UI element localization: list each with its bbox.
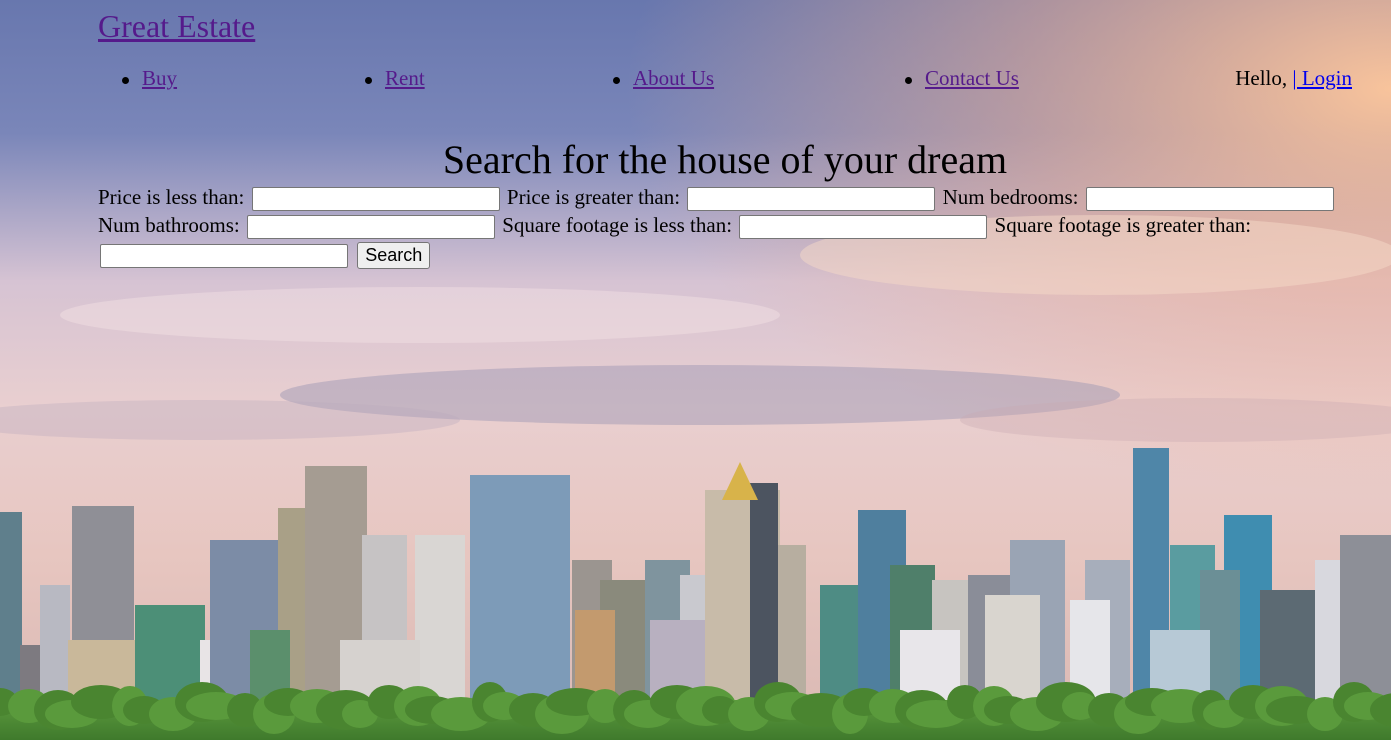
nav-item-buy: Buy [121,66,177,91]
bathrooms-label: Num bathrooms: [98,213,240,238]
search-form: Price is less than: Price is greater tha… [98,183,1348,270]
bedrooms-input[interactable] [1085,187,1334,212]
nav-item-about-us: About Us [612,66,714,91]
sqft-max-label: Square footage is less than: [502,213,733,238]
brand-logo-link[interactable]: Great Estate [98,8,255,45]
bathrooms-input[interactable] [247,215,495,240]
price-min-input[interactable] [687,187,936,212]
nav-item-contact-us: Contact Us [905,66,1019,91]
price-max-label: Price is less than: [98,185,245,209]
nav-item-rent: Rent [365,66,425,91]
greeting-text: Hello, [1235,66,1288,90]
main-nav: Buy Rent About Us Contact Us Hello, | Lo… [98,66,1352,96]
sqft-max-input[interactable] [739,215,988,240]
page-title: Search for the house of your dream [442,137,1008,182]
nav-link-about-us[interactable]: About Us [633,66,714,90]
nav-link-rent[interactable]: Rent [385,66,425,90]
background-skyline-image [0,0,1391,740]
sqft-min-input[interactable] [100,243,348,268]
user-greeting: Hello, | Login [1235,66,1352,91]
search-button[interactable]: Search [357,242,431,270]
price-max-input[interactable] [251,187,500,212]
nav-link-contact-us[interactable]: Contact Us [925,66,1019,90]
login-link[interactable]: | Login [1292,66,1352,90]
sqft-min-label: Square footage is greater than: [994,213,1252,238]
nav-link-buy[interactable]: Buy [142,66,177,90]
bedrooms-label: Num bedrooms: [942,185,1079,209]
price-min-label: Price is greater than: [506,185,681,209]
